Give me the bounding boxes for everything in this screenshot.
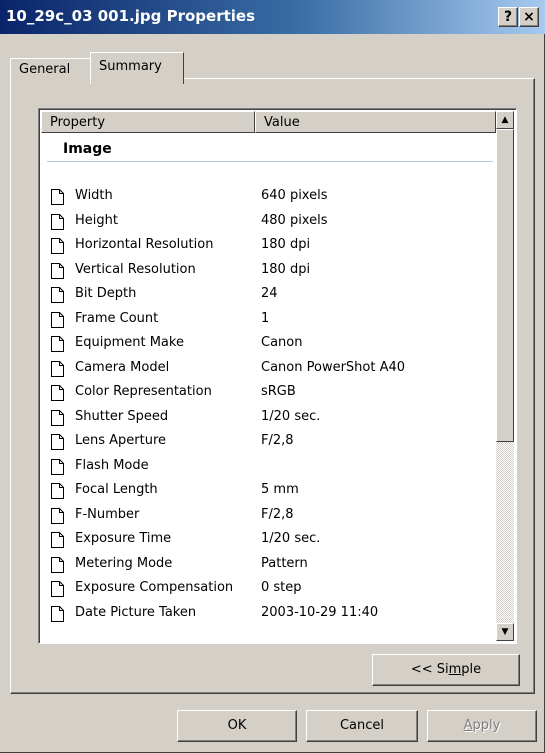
document-icon: [51, 311, 64, 328]
property-name: Flash Mode: [75, 457, 149, 473]
apply-label-mnemonic: A: [463, 718, 473, 733]
property-value: 180 dpi: [261, 261, 311, 277]
table-row[interactable]: Height 480 pixels: [51, 212, 491, 236]
scroll-thumb[interactable]: [496, 129, 514, 442]
table-row[interactable]: Camera Model Canon PowerShot A40: [51, 359, 491, 383]
scroll-up-button[interactable]: ▲: [496, 111, 514, 129]
property-name: Metering Mode: [75, 555, 173, 571]
document-icon: [51, 336, 64, 352]
table-row[interactable]: Vertical Resolution 180 dpi: [51, 261, 491, 285]
list-header: Property Value: [41, 111, 496, 133]
help-button[interactable]: ?: [498, 7, 518, 27]
document-icon: [51, 605, 64, 622]
property-value: Pattern: [261, 555, 308, 571]
property-name: Color Representation: [75, 384, 212, 399]
table-row[interactable]: Width 640 pixels: [51, 187, 491, 211]
table-row[interactable]: Date Picture Taken 2003-10-29 11:40: [51, 604, 491, 628]
property-name: Frame Count: [75, 310, 159, 326]
property-value: F/2,8: [261, 433, 294, 448]
document-icon: [51, 434, 64, 450]
ok-button[interactable]: OK: [177, 710, 297, 742]
table-row[interactable]: Lens Aperture F/2,8: [51, 432, 491, 456]
simple-label-post: ple: [461, 662, 482, 677]
table-row[interactable]: Metering Mode Pattern: [51, 555, 491, 579]
property-name: Lens Aperture: [75, 433, 167, 448]
document-icon: [51, 189, 64, 205]
table-row[interactable]: Exposure Time 1/20 sec.: [51, 530, 491, 554]
table-row[interactable]: F-Number F/2,8: [51, 506, 491, 530]
property-value: 2003-10-29 11:40: [261, 604, 379, 620]
property-name: Shutter Speed: [75, 408, 169, 424]
vertical-scrollbar[interactable]: ▲ ▼: [496, 111, 514, 641]
tab-summary[interactable]: Summary: [90, 52, 184, 84]
property-name: F-Number: [75, 506, 140, 522]
document-icon: [51, 581, 64, 597]
property-name: Equipment Make: [75, 335, 184, 350]
tab-general[interactable]: General: [10, 58, 94, 82]
document-icon: [51, 385, 64, 401]
property-value: 0 step: [261, 580, 302, 595]
table-row[interactable]: Horizontal Resolution 180 dpi: [51, 236, 491, 260]
table-row[interactable]: Exposure Compensation 0 step: [51, 579, 491, 603]
column-header-property[interactable]: Property: [41, 111, 255, 133]
property-value: Canon: [261, 335, 303, 350]
simple-button[interactable]: << Simple: [372, 654, 520, 686]
document-icon: [51, 458, 64, 475]
property-name: Exposure Compensation: [75, 580, 234, 595]
document-icon: [51, 556, 64, 573]
scroll-down-button[interactable]: ▼: [496, 623, 514, 641]
property-name: Exposure Time: [75, 531, 172, 546]
property-value: 1/20 sec.: [261, 531, 321, 546]
property-value: 1: [261, 310, 270, 326]
table-row[interactable]: Frame Count 1: [51, 310, 491, 334]
property-name: Vertical Resolution: [75, 261, 196, 277]
property-value: 640 pixels: [261, 188, 328, 203]
property-value: 480 pixels: [261, 212, 328, 228]
property-value: 24: [261, 286, 278, 301]
simple-label-pre: << Si: [410, 662, 449, 677]
document-icon: [51, 360, 64, 377]
property-name: Focal Length: [75, 482, 158, 497]
table-row[interactable]: Shutter Speed 1/20 sec.: [51, 408, 491, 432]
property-name: Width: [75, 188, 113, 203]
table-row[interactable]: Color Representation sRGB: [51, 383, 491, 407]
property-name: Date Picture Taken: [75, 604, 197, 620]
property-value: Canon PowerShot A40: [261, 359, 406, 375]
property-value: F/2,8: [261, 506, 294, 522]
document-icon: [51, 507, 64, 524]
cancel-button[interactable]: Cancel: [306, 710, 418, 742]
window-title: 10_29c_03 001.jpg Properties: [6, 7, 256, 25]
column-header-value[interactable]: Value: [255, 111, 496, 133]
table-row[interactable]: Flash Mode: [51, 457, 491, 481]
properties-dialog: 10_29c_03 001.jpg Properties ? × General…: [0, 0, 545, 753]
document-icon: [51, 483, 64, 499]
close-button[interactable]: ×: [519, 7, 539, 27]
apply-button[interactable]: Apply: [427, 710, 537, 742]
document-icon: [51, 262, 64, 279]
document-icon: [51, 532, 64, 548]
property-name: Bit Depth: [75, 286, 137, 301]
property-value: 5 mm: [261, 482, 299, 497]
title-bar[interactable]: 10_29c_03 001.jpg Properties ? ×: [0, 0, 545, 34]
property-name: Camera Model: [75, 359, 170, 375]
table-row[interactable]: Focal Length 5 mm: [51, 481, 491, 505]
simple-label-mnemonic: m: [448, 662, 462, 677]
document-icon: [51, 287, 64, 303]
document-icon: [51, 213, 64, 230]
table-row[interactable]: Equipment Make Canon: [51, 334, 491, 358]
property-name: Horizontal Resolution: [75, 237, 214, 252]
property-value: sRGB: [261, 384, 296, 399]
document-icon: [51, 238, 64, 254]
apply-label-post: pply: [472, 718, 501, 733]
property-value: 1/20 sec.: [261, 408, 321, 424]
table-row[interactable]: Bit Depth 24: [51, 285, 491, 309]
group-header-image: Image: [63, 141, 112, 157]
document-icon: [51, 409, 64, 426]
group-divider: [47, 161, 493, 162]
property-name: Height: [75, 212, 118, 228]
property-list[interactable]: Property Value Image Width 640 pixels Heig…: [38, 108, 517, 644]
property-value: 180 dpi: [261, 237, 311, 252]
